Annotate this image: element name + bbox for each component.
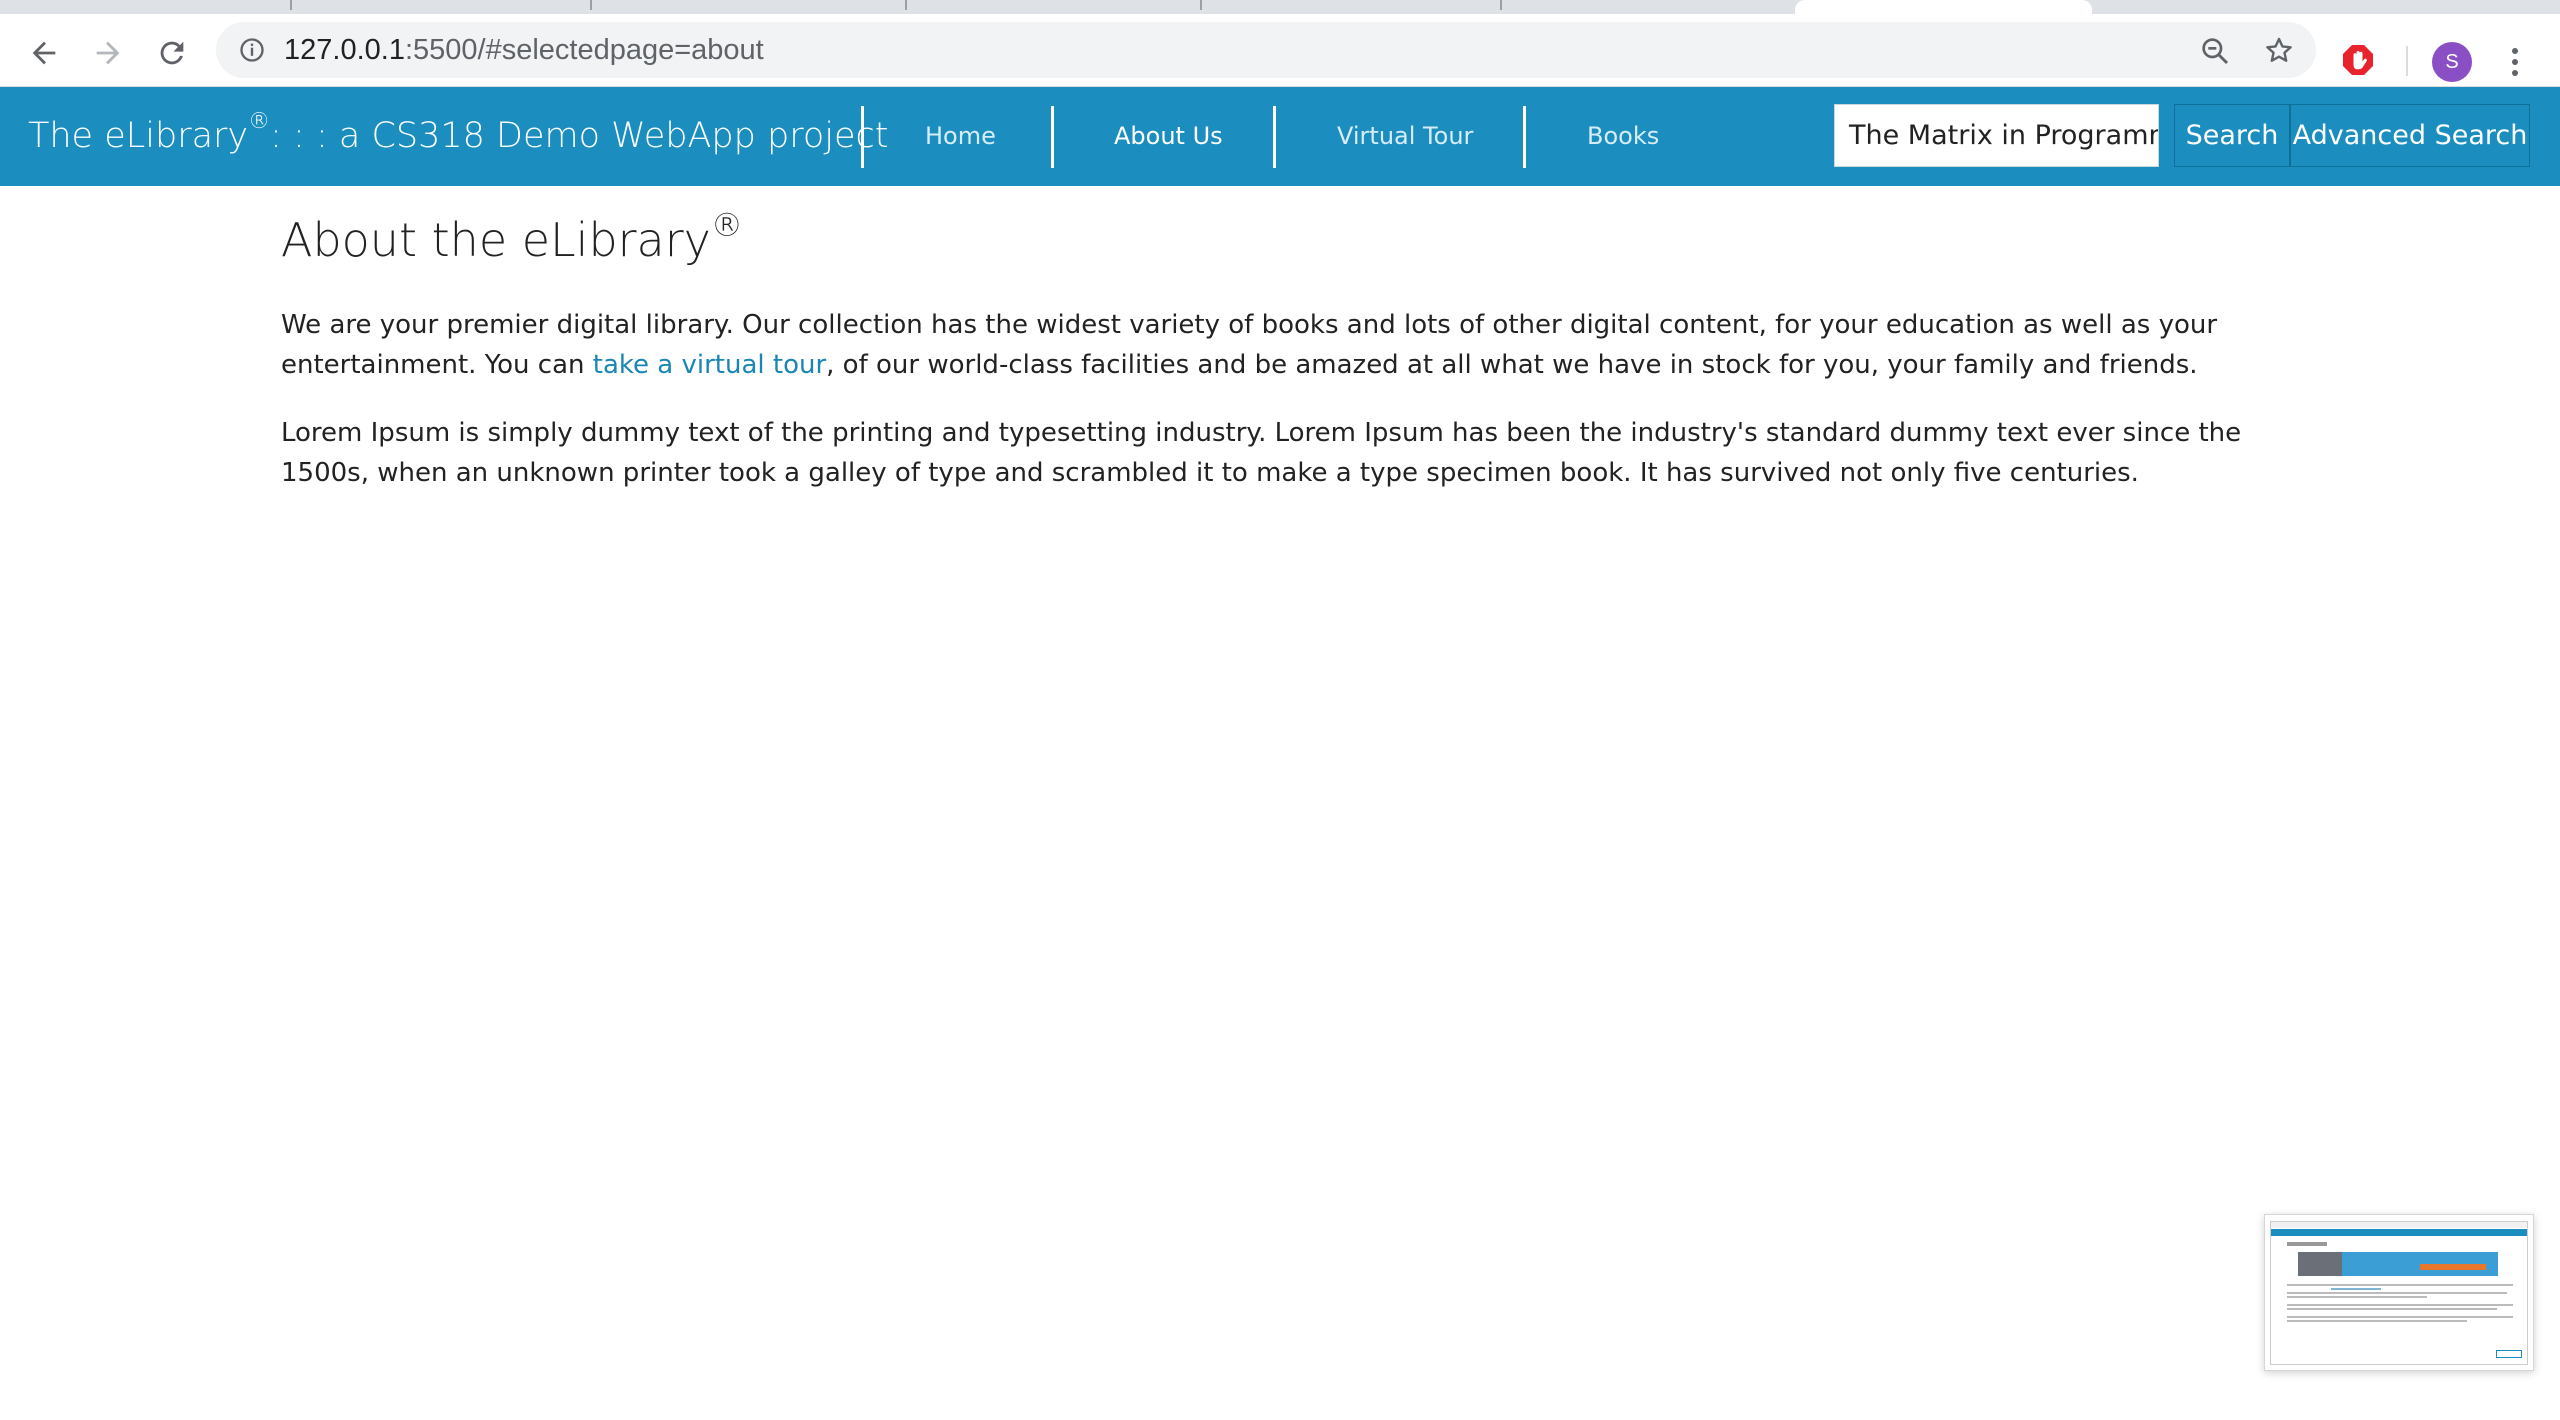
arrow-left-icon [32, 41, 56, 65]
tab-separator [1500, 0, 1502, 10]
tab-separator [905, 0, 907, 10]
nav-divider [1051, 106, 1054, 168]
reload-icon [160, 41, 184, 65]
search-button[interactable]: Search [2174, 104, 2290, 167]
arrow-right-icon [96, 41, 120, 65]
toolbar-divider [2406, 46, 2408, 76]
tab-separator [590, 0, 592, 10]
nav-divider [861, 106, 864, 168]
kebab-menu-icon[interactable] [2500, 42, 2530, 82]
hand-stop-icon[interactable] [2340, 42, 2376, 78]
browser-toolbar: 127.0.0.1:5500/#selectedpage=about S [0, 14, 2560, 87]
site-navbar: The eLibrary®: : : a CS318 Demo WebApp p… [0, 87, 2560, 186]
about-text-end: , of our world-class facilities and be a… [826, 350, 2198, 380]
forward-button[interactable] [88, 33, 128, 73]
brand-name: The eLibrary [28, 116, 249, 156]
star-icon [2266, 37, 2292, 62]
bookmark-button[interactable] [2262, 34, 2296, 68]
url-path: :5500/#selectedpage=about [404, 34, 764, 66]
advanced-search-button[interactable]: Advanced Search [2290, 104, 2530, 167]
zoom-button[interactable] [2198, 34, 2232, 68]
virtual-tour-link[interactable]: take a virtual tour [593, 350, 826, 380]
thumbnail-image [2270, 1221, 2528, 1365]
avatar[interactable]: S [2432, 42, 2472, 82]
reload-button[interactable] [152, 33, 192, 73]
page-preview-thumbnail[interactable] [2264, 1214, 2534, 1371]
nav-divider [1523, 106, 1526, 168]
nav-link-about-us[interactable]: About Us [1114, 87, 1223, 186]
info-icon[interactable] [238, 36, 266, 64]
search-input[interactable]: The Matrix in Programm [1834, 104, 2159, 167]
nav-link-virtual-tour[interactable]: Virtual Tour [1337, 87, 1473, 186]
avatar-initial: S [2445, 50, 2459, 73]
tab-separator [1200, 0, 1202, 10]
active-tab[interactable] [1795, 0, 2092, 14]
url-text[interactable]: 127.0.0.1:5500/#selectedpage=about [284, 22, 764, 78]
url-host: 127.0.0.1 [284, 34, 405, 66]
page-title: About the eLibrary® [281, 205, 2281, 275]
tab-separator [290, 0, 292, 10]
zoom-out-icon [2202, 38, 2229, 65]
lorem-paragraph: Lorem Ipsum is simply dummy text of the … [281, 418, 2242, 488]
main-content: About the eLibrary® We are your premier … [281, 205, 2281, 493]
nav-link-home[interactable]: Home [925, 87, 996, 186]
brand-registered-mark: ® [248, 109, 271, 135]
back-button[interactable] [24, 33, 64, 73]
page-title-registered-mark: ® [710, 205, 743, 244]
brand-tagline: : : : a CS318 Demo WebApp project [270, 116, 889, 156]
address-bar[interactable]: 127.0.0.1:5500/#selectedpage=about [216, 22, 2316, 78]
brand-link[interactable]: The eLibrary®: : : a CS318 Demo WebApp p… [28, 87, 888, 186]
page-title-text: About the eLibrary [281, 213, 711, 267]
tab-strip [0, 0, 2560, 14]
about-paragraph: We are your premier digital library. Our… [281, 305, 2271, 385]
nav-link-books[interactable]: Books [1587, 87, 1659, 186]
nav-divider [1273, 106, 1276, 168]
